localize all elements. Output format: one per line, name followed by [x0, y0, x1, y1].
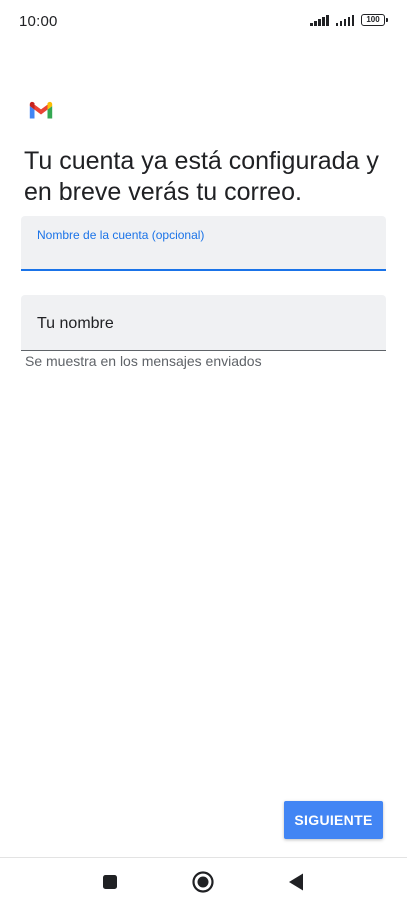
your-name-input[interactable]	[37, 313, 370, 335]
navigation-bar	[0, 857, 407, 906]
gmail-logo-icon	[29, 101, 53, 119]
back-icon[interactable]	[284, 870, 308, 894]
battery-level: 100	[366, 15, 380, 24]
account-name-field[interactable]: Nombre de la cuenta (opcional)	[21, 216, 386, 271]
signal-icon	[335, 14, 354, 26]
next-button[interactable]: SIGUIENTE	[284, 801, 383, 839]
status-time: 10:00	[19, 13, 58, 30]
status-bar: 10:00 100	[0, 0, 407, 44]
status-icons: 100	[310, 14, 388, 26]
account-name-input[interactable]	[37, 246, 370, 266]
page-title: Tu cuenta ya está configurada y en breve…	[24, 147, 379, 206]
signal-icon	[310, 14, 329, 26]
home-icon[interactable]	[191, 870, 215, 894]
account-name-label: Nombre de la cuenta (opcional)	[37, 228, 205, 242]
battery-icon: 100	[361, 14, 388, 26]
your-name-field[interactable]	[21, 295, 386, 351]
your-name-helper-text: Se muestra en los mensajes enviados	[25, 353, 262, 369]
recents-icon[interactable]	[98, 870, 122, 894]
